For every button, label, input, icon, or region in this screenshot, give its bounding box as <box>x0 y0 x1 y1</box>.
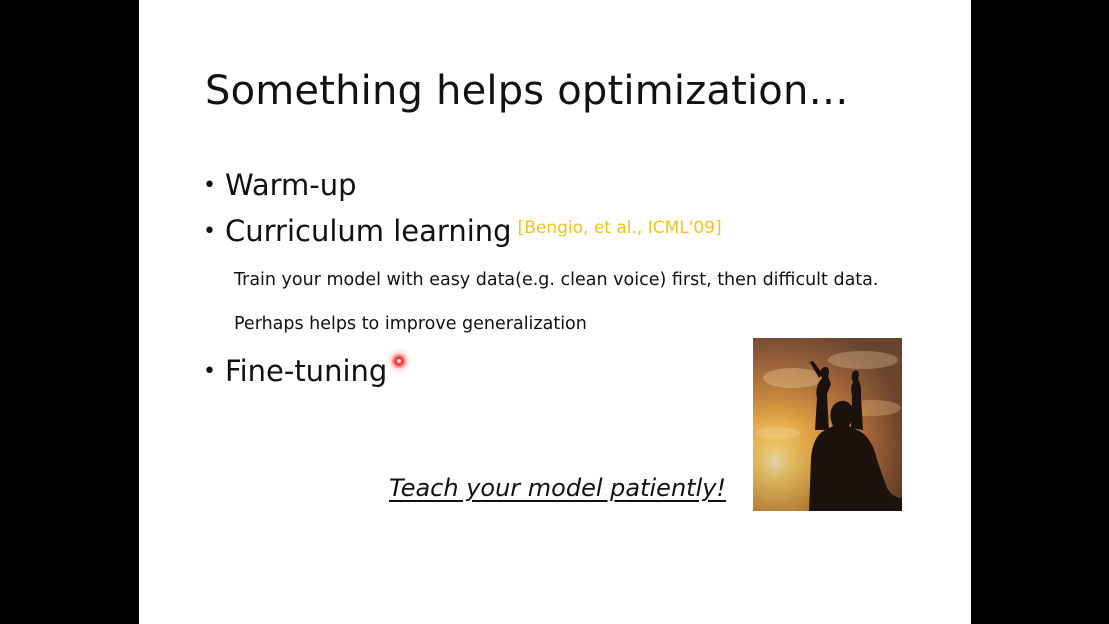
sunset-silhouette-image <box>753 338 902 511</box>
sub-point-easy-data: Train your model with easy data(e.g. cle… <box>234 270 879 290</box>
laser-pointer-icon <box>394 356 404 366</box>
tagline: Teach your model patiently! <box>389 474 727 502</box>
slide: Something helps optimization… • Warm-up •… <box>139 0 971 624</box>
bullet-text: Fine-tuning <box>225 354 388 388</box>
bullet-text: Curriculum learning <box>225 214 512 248</box>
bullet-dot-icon: • <box>203 173 216 198</box>
presentation-viewer: Something helps optimization… • Warm-up •… <box>0 0 1109 624</box>
slide-title: Something helps optimization… <box>205 68 849 114</box>
bullet-dot-icon: • <box>203 359 216 384</box>
citation-reference: [Bengio, et al., ICML'09] <box>517 218 722 238</box>
bullet-dot-icon: • <box>203 219 216 244</box>
bullet-fine-tuning: • Fine-tuning <box>203 354 387 388</box>
sub-point-generalization: Perhaps helps to improve generalization <box>234 314 587 334</box>
bullet-warm-up: • Warm-up <box>203 168 357 202</box>
bullet-text: Warm-up <box>225 168 357 202</box>
bullet-curriculum-learning: • Curriculum learning [Bengio, et al., ICM… <box>203 214 722 248</box>
